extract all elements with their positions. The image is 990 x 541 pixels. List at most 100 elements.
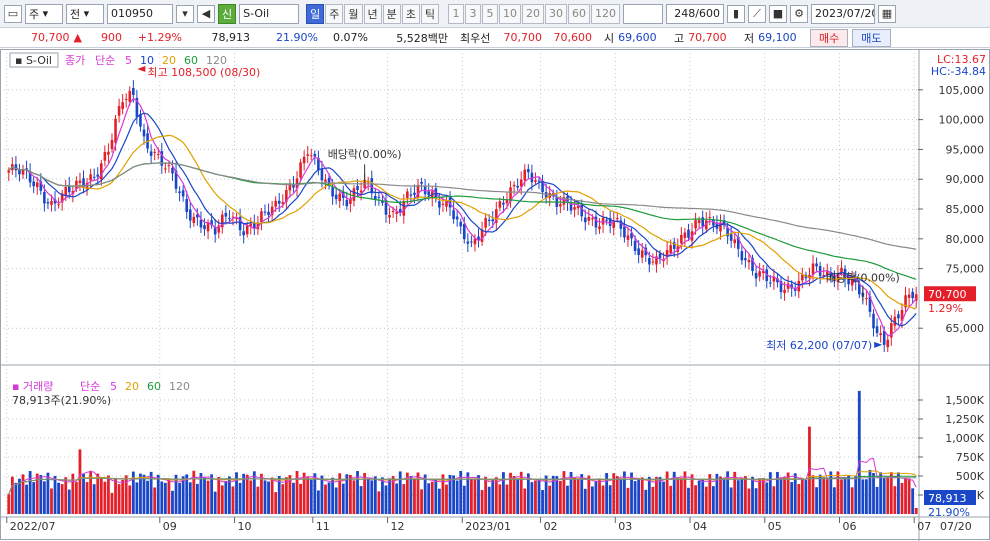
interval-3[interactable]: 3 [465,3,481,24]
quote-bar: 70,700 ▲ 900 +1.29% 78,913 21.90% 0.07% 5… [0,28,990,48]
candle-body [302,156,306,164]
interval-20[interactable]: 20 [522,3,544,24]
period-tab-주[interactable]: 주 [325,3,344,24]
candle-body [331,187,334,197]
chart-type-select[interactable]: 주 ▾ [25,3,63,24]
candle-body [320,168,324,181]
candle-body [427,191,430,196]
period-tab-월[interactable]: 월 [344,3,363,24]
v-tick-label: 750K [956,451,985,464]
calendar-icon[interactable]: ▦ [878,4,896,23]
best-ask-cell: 70,700 [498,31,548,44]
candle-body [192,216,196,224]
candle-body [455,216,459,220]
stock-code: 010950 [111,7,153,20]
candle-body [185,199,189,212]
period-tab-년[interactable]: 년 [363,3,382,24]
date: 2023/07/20 [815,7,875,20]
period-tab-틱[interactable]: 틱 [420,3,439,24]
y-tick-label: 85,000 [946,203,985,216]
date-input[interactable]: 2023/07/20 [811,3,875,24]
best-price-cell: 최우선 [454,30,498,46]
buy-button[interactable]: 매수 [810,28,849,47]
candle-body [334,194,338,200]
change-pct-cell: +1.29% [128,31,188,44]
candle-body [352,188,356,201]
candle-icon[interactable]: ▮ [727,4,745,23]
turnover-cell: 0.07% [324,31,374,44]
best-bid: 70,600 [553,31,593,44]
candle-body [35,182,39,188]
candle-body [92,176,96,178]
candle-body [153,151,156,153]
best-ask: 70,700 [503,31,543,44]
layout-icon[interactable]: ▭ [4,4,22,23]
y-tick-label: 80,000 [946,233,985,246]
chevron-down-icon: ▾ [42,7,49,20]
open-label: 시 [604,31,615,45]
candle-body [267,211,270,216]
interval-10[interactable]: 10 [499,3,521,24]
candle-body [121,102,124,109]
stock-name-field[interactable]: S-Oil [239,3,300,24]
y-tick-label: 100,000 [939,114,985,127]
candle-body [171,167,174,174]
interval-input[interactable] [623,3,663,24]
candle-body [164,168,167,170]
interval-60[interactable]: 60 [568,3,590,24]
settings-icon[interactable]: ⚙ [790,4,808,23]
sound-icon[interactable]: ◀ [197,4,215,23]
chart-type-label: 주 [29,7,40,21]
y-tick-label: 105,000 [939,84,985,97]
up-arrow-icon: ▲ [73,31,82,44]
candle-body [359,190,363,193]
interval-1[interactable]: 1 [448,3,464,24]
current-price: 70,700 [31,31,70,44]
candle-body [46,202,50,204]
stock-code-input[interactable]: 010950 [107,3,173,24]
candle-body [299,162,302,178]
candle-body [142,129,146,137]
candle-body [409,194,413,196]
search-icon[interactable]: ▾ [176,4,194,23]
market-select[interactable]: 전 ▾ [66,3,104,24]
line-tool-icon[interactable]: ⟋ [748,4,766,23]
interval-buttons: 1 3 5 10 20 30 60 120 [448,3,620,24]
candle-body [228,218,231,220]
x-tick-label: 11 [316,520,330,533]
candle-body [114,118,117,143]
period-tab-초[interactable]: 초 [401,3,420,24]
amount: 5,528백만 [396,31,448,45]
count-input[interactable]: 248/600 [666,3,724,24]
period-tab-일[interactable]: 일 [306,3,325,24]
interval-5[interactable]: 5 [482,3,498,24]
candle-body [57,204,60,206]
candle-body [277,200,281,204]
stock-chart[interactable]: 2022/07 09 10 11 12 2023/01 02 03 04 05 06 07 07/20 1… [0,49,990,541]
candle-body [388,214,391,218]
save-icon[interactable]: ■ [769,4,787,23]
candle-body [199,219,203,228]
candle-body [242,231,245,236]
candle-body [452,210,455,220]
interval-120[interactable]: 120 [591,3,620,24]
candle-body [260,211,263,223]
sell-button[interactable]: 매도 [852,28,891,47]
candle-body [96,174,100,177]
candle-body [78,180,82,184]
period-tab-분[interactable]: 분 [382,3,401,24]
v-tick-label: 1,250K [945,413,984,426]
x-tick-label: 05 [768,520,782,533]
candle-body [103,152,107,161]
credit-badge: 신 [218,3,237,24]
interval-30[interactable]: 30 [545,3,567,24]
candle-body [288,184,292,191]
candle-body [188,209,192,221]
max-count: /600 [695,7,720,20]
low-label: 저 [744,31,755,45]
x-tick-label: 10 [238,520,252,533]
candle-body [149,151,153,156]
candle-body [14,164,18,171]
x-right-date: 07/20 [940,520,972,533]
candle-body [438,201,441,208]
